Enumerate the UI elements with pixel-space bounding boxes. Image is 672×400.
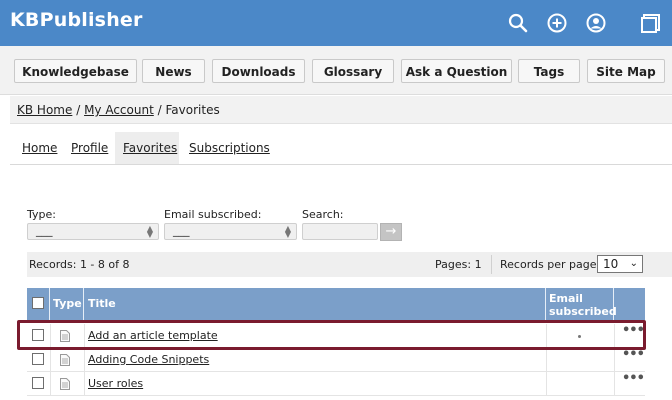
row-checkbox[interactable] — [32, 353, 44, 365]
divider — [84, 372, 85, 396]
header-title[interactable]: Title — [84, 288, 546, 320]
table-row[interactable]: Add an article template ••• — [27, 323, 645, 348]
nav-downloads[interactable]: Downloads — [212, 59, 305, 83]
tab-subscriptions[interactable]: Subscriptions — [181, 132, 278, 164]
select-all-checkbox[interactable] — [32, 297, 44, 309]
type-filter-select[interactable]: ___ ▲ ▼ — [27, 223, 159, 240]
breadcrumb: KB Home / My Account / Favorites — [10, 96, 672, 124]
nav-knowledgebase[interactable]: Knowledgebase — [14, 59, 137, 83]
divider — [614, 348, 615, 372]
table-row[interactable]: User roles ••• — [27, 371, 645, 396]
header-email-line1: Email — [549, 292, 583, 305]
account-tabs: Home Profile Favorites Subscriptions — [10, 132, 672, 165]
records-per-page-value: 10 — [603, 257, 619, 271]
nav-glossary[interactable]: Glossary — [312, 59, 394, 83]
pages-indicator: Pages: 1 — [435, 258, 482, 271]
records-per-page-label: Records per page: — [500, 258, 601, 271]
more-actions-icon[interactable]: ••• — [622, 371, 645, 386]
header-select-col — [27, 288, 50, 320]
header-email-line2: subscribed — [549, 305, 617, 318]
tab-profile[interactable]: Profile — [63, 132, 116, 164]
breadcrumb-kb-home[interactable]: KB Home — [17, 103, 72, 117]
nav-news[interactable]: News — [142, 59, 205, 83]
select-arrows-icon: ▲ ▼ — [146, 224, 153, 239]
divider — [84, 324, 85, 348]
top-navigation: Knowledgebase News Downloads Glossary As… — [0, 46, 672, 95]
type-filter-value: ___ — [36, 224, 53, 237]
window-icon[interactable] — [640, 12, 662, 34]
not-subscribed-dot — [578, 335, 581, 338]
select-arrows-icon: ▲ ▼ — [284, 224, 291, 239]
search-go-button[interactable]: → — [380, 223, 402, 241]
table-row[interactable]: Adding Code Snippets ••• — [27, 347, 645, 372]
divider — [50, 348, 51, 372]
email-filter-label: Email subscribed: — [164, 208, 262, 221]
divider — [614, 324, 615, 348]
nav-tags[interactable]: Tags — [518, 59, 580, 83]
header-type[interactable]: Type — [50, 288, 84, 320]
table-header: Type Title Email subscribed — [27, 288, 645, 320]
divider — [614, 372, 615, 396]
divider — [546, 324, 547, 348]
header-email-subscribed[interactable]: Email subscribed — [546, 288, 617, 320]
row-checkbox[interactable] — [32, 329, 44, 341]
add-icon[interactable] — [546, 12, 568, 34]
records-bar: Records: 1 - 8 of 8 Pages: 1 Records per… — [27, 252, 672, 277]
divider — [84, 348, 85, 372]
row-title-link[interactable]: User roles — [88, 377, 143, 390]
header-actions — [614, 288, 645, 320]
app-header: KBPublisher — [0, 0, 672, 47]
tab-home[interactable]: Home — [14, 132, 65, 164]
search-input[interactable] — [302, 223, 378, 240]
divider — [50, 372, 51, 396]
breadcrumb-separator: / — [157, 103, 162, 117]
divider — [546, 348, 547, 372]
breadcrumb-separator: / — [76, 103, 81, 117]
search-label: Search: — [302, 208, 344, 221]
email-filter-select[interactable]: ___ ▲ ▼ — [164, 223, 297, 240]
app-title[interactable]: KBPublisher — [10, 9, 143, 31]
divider — [50, 324, 51, 348]
breadcrumb-my-account[interactable]: My Account — [84, 103, 154, 117]
breadcrumb-current: Favorites — [165, 103, 220, 117]
row-title-link[interactable]: Add an article template — [88, 329, 218, 342]
records-summary: Records: 1 - 8 of 8 — [29, 258, 130, 271]
more-actions-icon[interactable]: ••• — [622, 347, 645, 362]
records-per-page-select[interactable]: 10 ⌄ — [597, 255, 643, 273]
nav-site-map[interactable]: Site Map — [587, 59, 665, 83]
divider — [491, 255, 492, 274]
row-checkbox[interactable] — [32, 377, 44, 389]
user-icon[interactable] — [585, 12, 607, 34]
chevron-down-icon: ⌄ — [629, 258, 638, 269]
more-actions-icon[interactable]: ••• — [622, 323, 645, 338]
tab-favorites[interactable]: Favorites — [115, 132, 179, 164]
document-icon — [60, 330, 70, 342]
type-filter-label: Type: — [27, 208, 56, 221]
document-icon — [60, 354, 70, 366]
document-icon — [60, 378, 70, 390]
search-icon[interactable] — [507, 12, 529, 34]
email-filter-value: ___ — [173, 224, 190, 237]
divider — [546, 372, 547, 396]
row-title-link[interactable]: Adding Code Snippets — [88, 353, 209, 366]
nav-ask-question[interactable]: Ask a Question — [401, 59, 512, 83]
